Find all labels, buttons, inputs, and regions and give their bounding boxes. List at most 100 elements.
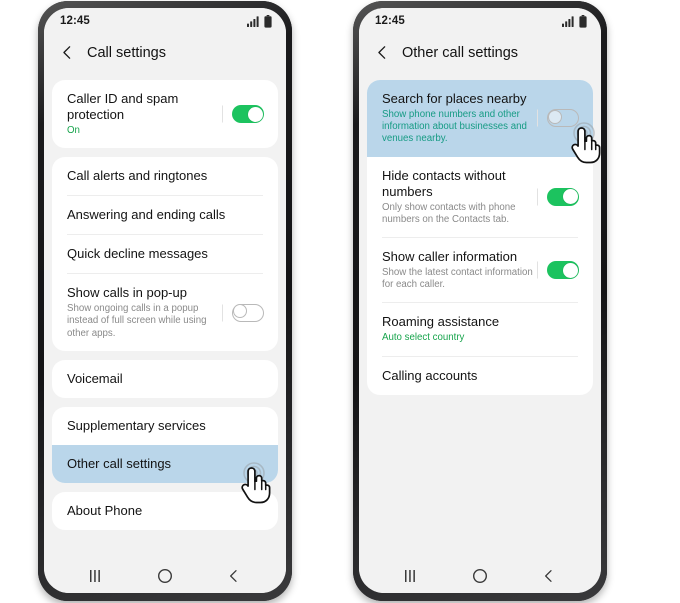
battery-icon xyxy=(264,14,272,28)
status-icons xyxy=(247,14,272,28)
settings-row[interactable]: Calling accounts xyxy=(367,357,593,395)
row-texts: Show calls in pop-up Show ongoing calls i… xyxy=(67,285,218,340)
toggle-switch-on[interactable] xyxy=(232,105,264,124)
row-title: Quick decline messages xyxy=(67,246,208,262)
toggle-container[interactable] xyxy=(537,187,579,206)
nav-recents-button[interactable] xyxy=(79,561,113,591)
recents-icon xyxy=(90,570,101,582)
settings-card: About Phone xyxy=(52,491,278,530)
settings-row[interactable]: About Phone xyxy=(52,492,278,530)
row-title: Show caller information xyxy=(382,249,518,265)
row-texts: Search for places nearby Show phone numbe… xyxy=(382,91,533,146)
toggle-knob xyxy=(232,304,247,319)
app-header: Call settings xyxy=(44,34,286,71)
row-subtitle: Show ongoing calls in a popup instead of… xyxy=(67,303,207,339)
row-texts: Calling accounts xyxy=(382,368,579,384)
toggle-switch-off[interactable] xyxy=(547,109,579,128)
settings-card: Caller ID and spam protection On xyxy=(52,80,278,149)
settings-row[interactable]: Hide contacts without numbers Only show c… xyxy=(367,157,593,237)
back-icon xyxy=(544,570,552,582)
signal-bars-icon xyxy=(562,15,574,27)
toggle-knob xyxy=(562,262,578,278)
row-texts: About Phone xyxy=(67,503,264,519)
toggle-container[interactable] xyxy=(222,303,264,322)
row-texts: Call alerts and ringtones xyxy=(67,168,264,184)
back-icon xyxy=(229,570,237,582)
row-texts: Show caller information Show the latest c… xyxy=(382,249,533,291)
row-texts: Other call settings xyxy=(67,456,264,472)
signal-bars-icon xyxy=(247,15,259,27)
page-title: Other call settings xyxy=(402,44,519,61)
nav-back-button[interactable] xyxy=(217,561,251,591)
nav-back-button[interactable] xyxy=(532,561,566,591)
row-title: About Phone xyxy=(67,502,143,518)
row-texts: Supplementary services xyxy=(67,418,264,434)
status-bar: 12:45 xyxy=(359,8,601,34)
settings-list: Search for places nearby Show phone numbe… xyxy=(359,71,601,559)
status-clock: 12:45 xyxy=(375,15,405,27)
navigation-bar xyxy=(359,559,601,593)
toggle-switch-on[interactable] xyxy=(547,187,579,206)
toggle-switch-on[interactable] xyxy=(547,261,579,280)
row-subtitle: Only show contacts with phone numbers on… xyxy=(382,201,516,225)
screenshot-stage: 12:45 Call settings Caller ID and spam pro… xyxy=(0,0,680,603)
row-subtitle: Show phone numbers and other information… xyxy=(382,109,527,145)
phone-device-right: 12:45 Other call settings Search for place… xyxy=(353,1,607,601)
settings-card: Call alerts and ringtones Answering and e… xyxy=(52,157,278,351)
row-title: Search for places nearby xyxy=(382,91,527,106)
row-title: Supplementary services xyxy=(67,417,206,433)
toggle-switch-off[interactable] xyxy=(232,303,264,322)
row-subtitle: Auto select country xyxy=(382,332,465,344)
settings-card: Search for places nearby Show phone numbe… xyxy=(367,80,593,395)
settings-row[interactable]: Supplementary services xyxy=(52,407,278,445)
row-title: Other call settings xyxy=(67,455,172,471)
settings-row[interactable]: Search for places nearby Show phone numbe… xyxy=(367,80,593,157)
battery-icon xyxy=(579,14,587,28)
toggle-container[interactable] xyxy=(537,109,579,128)
row-title: Answering and ending calls xyxy=(67,207,226,223)
row-title: Hide contacts without numbers xyxy=(382,167,506,199)
row-subtitle: On xyxy=(67,125,80,136)
row-title: Call alerts and ringtones xyxy=(67,168,208,184)
nav-home-button[interactable] xyxy=(463,561,497,591)
toggle-container[interactable] xyxy=(537,261,579,280)
settings-card: Supplementary services Other call setting… xyxy=(52,406,278,483)
back-chevron-icon[interactable] xyxy=(58,44,76,62)
row-title: Voicemail xyxy=(67,370,123,386)
settings-row[interactable]: Other call settings xyxy=(52,444,278,483)
settings-row[interactable]: Answering and ending calls xyxy=(52,196,278,234)
settings-row[interactable]: Caller ID and spam protection On xyxy=(52,80,278,148)
navigation-bar xyxy=(44,559,286,593)
row-texts: Caller ID and spam protection On xyxy=(67,91,218,137)
page-title: Call settings xyxy=(87,44,166,61)
settings-row[interactable]: Show calls in pop-up Show ongoing calls i… xyxy=(52,274,278,351)
status-icons xyxy=(562,14,587,28)
row-subtitle: Show the latest contact information for … xyxy=(382,267,533,291)
row-texts: Hide contacts without numbers Only show c… xyxy=(382,168,533,226)
back-chevron-icon[interactable] xyxy=(373,44,391,62)
status-clock: 12:45 xyxy=(60,15,90,27)
row-texts: Roaming assistance Auto select country xyxy=(382,314,579,344)
toggle-knob xyxy=(547,110,562,125)
settings-card: Voicemail xyxy=(52,359,278,398)
settings-row[interactable]: Quick decline messages xyxy=(52,235,278,273)
settings-row[interactable]: Show caller information Show the latest c… xyxy=(367,238,593,302)
settings-row[interactable]: Voicemail xyxy=(52,360,278,398)
row-texts: Quick decline messages xyxy=(67,246,264,262)
settings-row[interactable]: Call alerts and ringtones xyxy=(52,157,278,195)
home-icon xyxy=(157,568,172,584)
nav-home-button[interactable] xyxy=(148,561,182,591)
toggle-knob xyxy=(247,106,263,122)
nav-recents-button[interactable] xyxy=(394,561,428,591)
row-texts: Voicemail xyxy=(67,371,264,387)
recents-icon xyxy=(405,570,416,582)
status-bar: 12:45 xyxy=(44,8,286,34)
phone-device-left: 12:45 Call settings Caller ID and spam pro… xyxy=(38,1,292,601)
row-title: Calling accounts xyxy=(382,367,478,383)
toggle-container[interactable] xyxy=(222,105,264,124)
toggle-knob xyxy=(562,189,578,205)
settings-row[interactable]: Roaming assistance Auto select country xyxy=(367,303,593,355)
phone-screen: 12:45 Other call settings Search for place… xyxy=(359,8,601,593)
row-title: Caller ID and spam protection xyxy=(67,91,179,122)
row-title: Roaming assistance xyxy=(382,314,500,330)
